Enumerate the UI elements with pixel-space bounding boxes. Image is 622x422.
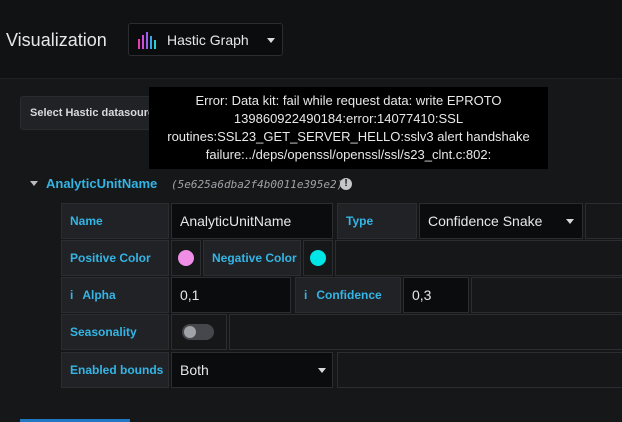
chevron-down-icon (318, 368, 326, 373)
row-filler (335, 240, 622, 276)
info-icon[interactable]: i (70, 288, 73, 302)
negative-color-label: Negative Color (203, 240, 301, 276)
visualization-picker-label: Hastic Graph (167, 32, 249, 48)
type-select[interactable]: Confidence Snake (419, 203, 583, 239)
positive-color-label: Positive Color (61, 240, 169, 276)
datasource-label: Select Hastic datasource (30, 107, 160, 119)
name-input[interactable]: AnalyticUnitName (171, 203, 333, 239)
type-select-value: Confidence Snake (428, 213, 543, 229)
tooltip-line: failure:../deps/openssl/openssl/ssl/s23_… (205, 147, 492, 162)
confidence-label-text: Confidence (316, 288, 382, 302)
positive-color-swatch[interactable] (178, 250, 194, 266)
seasonality-toggle[interactable] (182, 324, 214, 340)
chevron-down-icon (566, 219, 574, 224)
tooltip-line: routines:SSL23_GET_SERVER_HELLO:sslv3 al… (167, 129, 530, 144)
error-tooltip: Error: Data kit: fail while request data… (149, 87, 548, 169)
analytic-unit-name[interactable]: AnalyticUnitName (46, 176, 157, 191)
info-icon[interactable]: i (304, 288, 307, 302)
type-label: Type (337, 203, 417, 239)
toggle-knob (184, 326, 196, 338)
enabled-bounds-label: Enabled bounds (61, 352, 169, 388)
tooltip-line: Error: Data kit: fail while request data… (195, 93, 502, 108)
name-label: Name (61, 203, 169, 239)
confidence-input[interactable]: 0,3 (403, 277, 469, 313)
row-filler (471, 277, 622, 313)
enabled-bounds-value: Both (180, 362, 209, 378)
enabled-bounds-select[interactable]: Both (171, 352, 333, 388)
top-bar: Visualization Hastic Graph (0, 0, 622, 79)
negative-color-swatch[interactable] (310, 250, 326, 266)
warning-icon[interactable]: ! (340, 178, 352, 190)
alpha-input[interactable]: 0,1 (171, 277, 291, 313)
confidence-label: i Confidence (295, 277, 401, 313)
datasource-select[interactable]: Select Hastic datasource (20, 96, 160, 130)
visualization-picker[interactable]: Hastic Graph (128, 23, 283, 56)
alpha-label-text: Alpha (82, 288, 116, 302)
seasonality-label: Seasonality (61, 314, 169, 350)
row-filler (337, 352, 622, 388)
collapse-triangle-icon[interactable] (30, 181, 38, 186)
chevron-down-icon (267, 38, 275, 43)
analytic-unit-id: (5e625a6dba2f4b0011e395e2) (171, 178, 344, 191)
page-title: Visualization (6, 30, 107, 50)
row-filler (585, 203, 622, 239)
tooltip-line: 139860922490184:error:14077410:SSL (233, 111, 464, 126)
hastic-logo-icon (138, 32, 156, 49)
alpha-label: i Alpha (61, 277, 169, 313)
row-filler (229, 314, 622, 350)
